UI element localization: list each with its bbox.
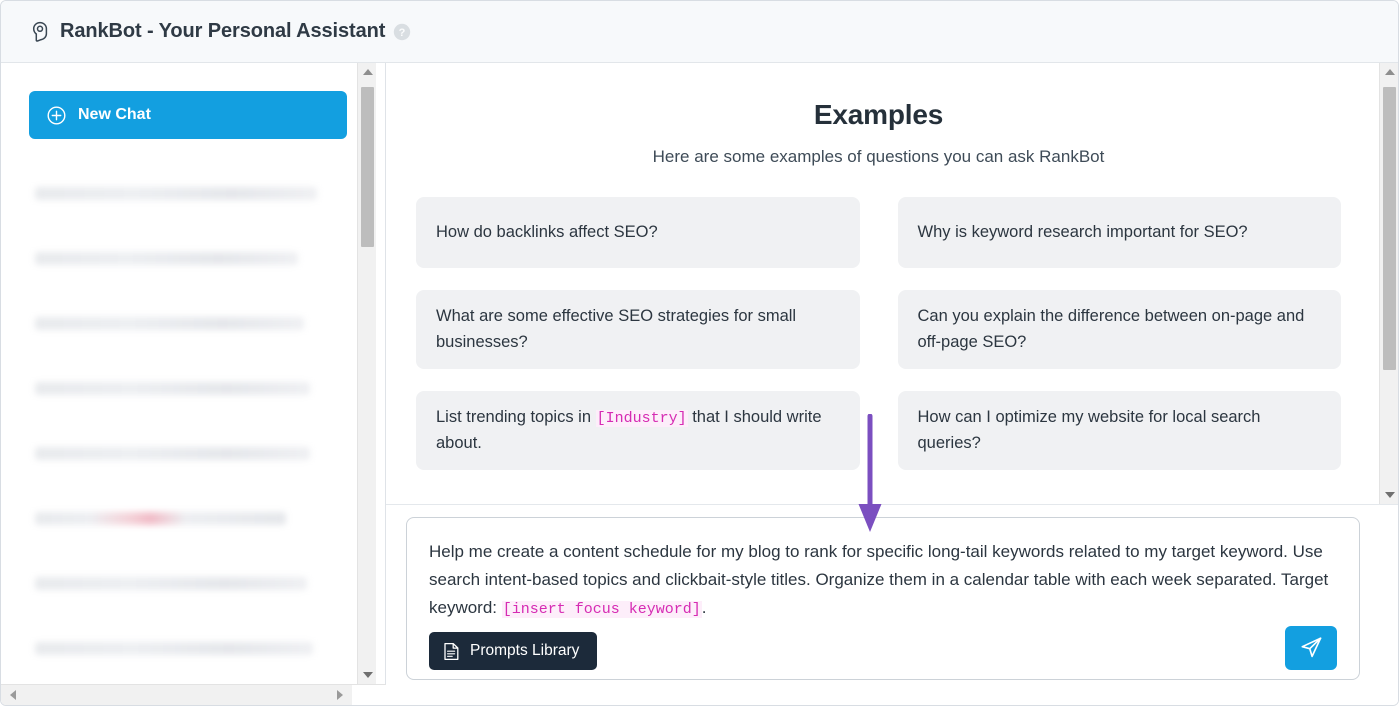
rankbot-app-window: RankBot - Your Personal Assistant ? New … xyxy=(0,0,1399,706)
scroll-right-arrow-icon[interactable] xyxy=(330,685,350,705)
examples-region: Examples Here are some examples of quest… xyxy=(386,63,1398,505)
example-card[interactable]: How can I optimize my website for local … xyxy=(897,391,1341,471)
example-card-text: How do backlinks affect SEO? xyxy=(436,222,658,241)
chat-history-sidebar: New Chat xyxy=(1,63,386,705)
prompt-text-after: . xyxy=(701,597,707,617)
location-pin-chat-icon xyxy=(29,21,51,43)
redacted-chat-title xyxy=(35,187,317,200)
list-item[interactable] xyxy=(29,356,347,421)
composer-actions: Prompts Library xyxy=(429,626,1337,671)
prompts-library-button[interactable]: Prompts Library xyxy=(429,632,598,671)
redacted-chat-title xyxy=(35,512,286,525)
list-item[interactable] xyxy=(29,226,347,291)
help-circle-icon[interactable]: ? xyxy=(393,23,411,41)
example-card[interactable]: What are some effective SEO strategies f… xyxy=(416,290,860,370)
example-cards-grid: How do backlinks affect SEO? Why is keyw… xyxy=(416,197,1341,471)
redacted-chat-title xyxy=(35,447,311,460)
placeholder-token: [Industry] xyxy=(595,410,688,428)
sidebar-inner: New Chat xyxy=(1,63,385,684)
scrollbar-corner xyxy=(352,685,386,705)
page-title: RankBot - Your Personal Assistant xyxy=(60,20,386,42)
window-body: New Chat Examples Here are some examples… xyxy=(1,63,1398,705)
main-vertical-scrollbar[interactable] xyxy=(1379,63,1398,504)
scrollbar-thumb[interactable] xyxy=(361,87,374,247)
prompt-input-text[interactable]: Help me create a content schedule for my… xyxy=(429,538,1337,622)
example-card[interactable]: Can you explain the difference between o… xyxy=(897,290,1341,370)
redacted-chat-title xyxy=(35,382,311,395)
window-title-bar: RankBot - Your Personal Assistant ? xyxy=(1,1,1398,63)
examples-scroll-area: Examples Here are some examples of quest… xyxy=(386,63,1379,504)
list-item[interactable] xyxy=(29,616,347,681)
composer-region: Help me create a content schedule for my… xyxy=(386,505,1398,705)
example-card-text: What are some effective SEO strategies f… xyxy=(436,307,797,351)
list-item[interactable] xyxy=(29,551,347,616)
new-chat-button[interactable]: New Chat xyxy=(29,91,347,139)
send-button[interactable] xyxy=(1285,626,1337,671)
placeholder-token: [insert focus keyword] xyxy=(501,600,702,618)
scroll-up-arrow-icon[interactable] xyxy=(1380,63,1398,81)
sidebar-vertical-scrollbar[interactable] xyxy=(357,63,376,684)
example-card[interactable]: List trending topics in [Industry] that … xyxy=(416,391,860,471)
scrollbar-thumb[interactable] xyxy=(1383,87,1396,370)
main-panel: Examples Here are some examples of quest… xyxy=(386,63,1398,705)
scroll-up-arrow-icon[interactable] xyxy=(358,63,377,81)
paper-plane-send-icon xyxy=(1299,634,1324,662)
example-card-text: Can you explain the difference between o… xyxy=(917,307,1305,351)
examples-heading: Examples xyxy=(813,99,944,130)
redacted-chat-title xyxy=(35,577,308,590)
example-card-text: How can I optimize my website for local … xyxy=(917,408,1261,452)
list-item[interactable] xyxy=(29,161,347,226)
example-card-text: Why is keyword research important for SE… xyxy=(917,222,1248,241)
new-chat-label: New Chat xyxy=(78,106,151,123)
chat-history-list xyxy=(29,161,347,681)
list-item[interactable] xyxy=(29,421,347,486)
scroll-down-arrow-icon[interactable] xyxy=(358,666,377,684)
scroll-left-arrow-icon[interactable] xyxy=(3,685,23,705)
scroll-down-arrow-icon[interactable] xyxy=(1380,486,1398,504)
list-item[interactable] xyxy=(29,486,347,551)
prompt-input-box[interactable]: Help me create a content schedule for my… xyxy=(406,517,1360,680)
example-card-text-before: List trending topics in xyxy=(436,408,596,427)
redacted-chat-title xyxy=(35,252,299,265)
redacted-chat-title xyxy=(35,317,305,330)
example-card[interactable]: Why is keyword research important for SE… xyxy=(897,197,1341,268)
prompts-library-label: Prompts Library xyxy=(470,642,580,660)
examples-subheading: Here are some examples of questions you … xyxy=(652,147,1105,166)
example-card-text: List trending topics in [Industry] that … xyxy=(436,405,840,456)
example-card[interactable]: How do backlinks affect SEO? xyxy=(416,197,860,268)
redacted-chat-title xyxy=(35,642,314,655)
sidebar-content: New Chat xyxy=(1,63,357,684)
document-list-icon xyxy=(443,642,460,661)
plus-circle-icon xyxy=(47,105,66,125)
list-item[interactable] xyxy=(29,291,347,356)
sidebar-horizontal-scrollbar[interactable] xyxy=(1,684,386,705)
svg-text:?: ? xyxy=(399,27,406,39)
